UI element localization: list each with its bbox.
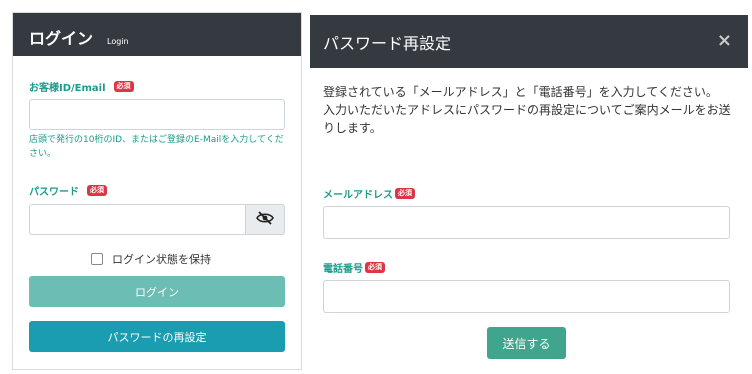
- send-button[interactable]: 送信する: [487, 327, 566, 359]
- password-reset-button[interactable]: パスワードの再設定: [29, 321, 285, 352]
- required-badge: 必須: [365, 262, 385, 273]
- login-subtitle: Login: [107, 37, 129, 46]
- email-field[interactable]: [323, 206, 730, 239]
- login-header: ログイン Login: [13, 13, 301, 56]
- password-input[interactable]: [29, 204, 246, 235]
- phone-label: 電話番号 必須: [323, 260, 385, 275]
- login-title: ログイン: [29, 29, 94, 48]
- customer-id-label: お客様ID/Email 必須: [29, 79, 134, 94]
- eye-slash-icon: [256, 210, 274, 229]
- phone-field[interactable]: [323, 280, 730, 313]
- modal-description-line-2: 入力いただいたアドレスにパスワードの再設定についてご案内メールをお送りします。: [323, 103, 731, 135]
- remember-label: ログイン状態を保持: [112, 253, 211, 266]
- phone-label-text: 電話番号: [323, 264, 363, 275]
- required-badge: 必須: [87, 185, 107, 196]
- customer-id-hint: 店頭で発行の10桁のID、またはご登録のE-Mailを入力してください。: [29, 135, 284, 159]
- required-badge: 必須: [395, 188, 415, 199]
- password-label-text: パスワード: [29, 187, 79, 198]
- customer-id-input[interactable]: [29, 99, 285, 130]
- email-label-text: メールアドレス: [323, 190, 393, 201]
- close-icon[interactable]: ×: [717, 30, 732, 51]
- password-label: パスワード 必須: [29, 183, 107, 198]
- modal-description-line-1: 登録されている「メールアドレス」と「電話番号」を入力してください。: [323, 85, 718, 99]
- remember-checkbox[interactable]: [91, 253, 103, 265]
- login-panel: ログイン Login お客様ID/Email 必須 店頭で発行の10桁のID、ま…: [12, 12, 302, 370]
- modal-title: パスワード再設定: [323, 34, 452, 53]
- modal-description: 登録されている「メールアドレス」と「電話番号」を入力してください。 入力いただい…: [323, 83, 733, 137]
- password-visibility-toggle[interactable]: [246, 204, 285, 235]
- email-label: メールアドレス 必須: [323, 186, 415, 201]
- required-badge: 必須: [113, 81, 134, 92]
- login-button[interactable]: ログイン: [29, 276, 285, 307]
- password-reset-modal: パスワード再設定 × 登録されている「メールアドレス」と「電話番号」を入力してく…: [310, 15, 748, 374]
- customer-id-label-text: お客様ID/Email: [29, 83, 106, 94]
- remember-login[interactable]: ログイン状態を保持: [91, 251, 211, 267]
- modal-header: パスワード再設定 ×: [310, 15, 748, 68]
